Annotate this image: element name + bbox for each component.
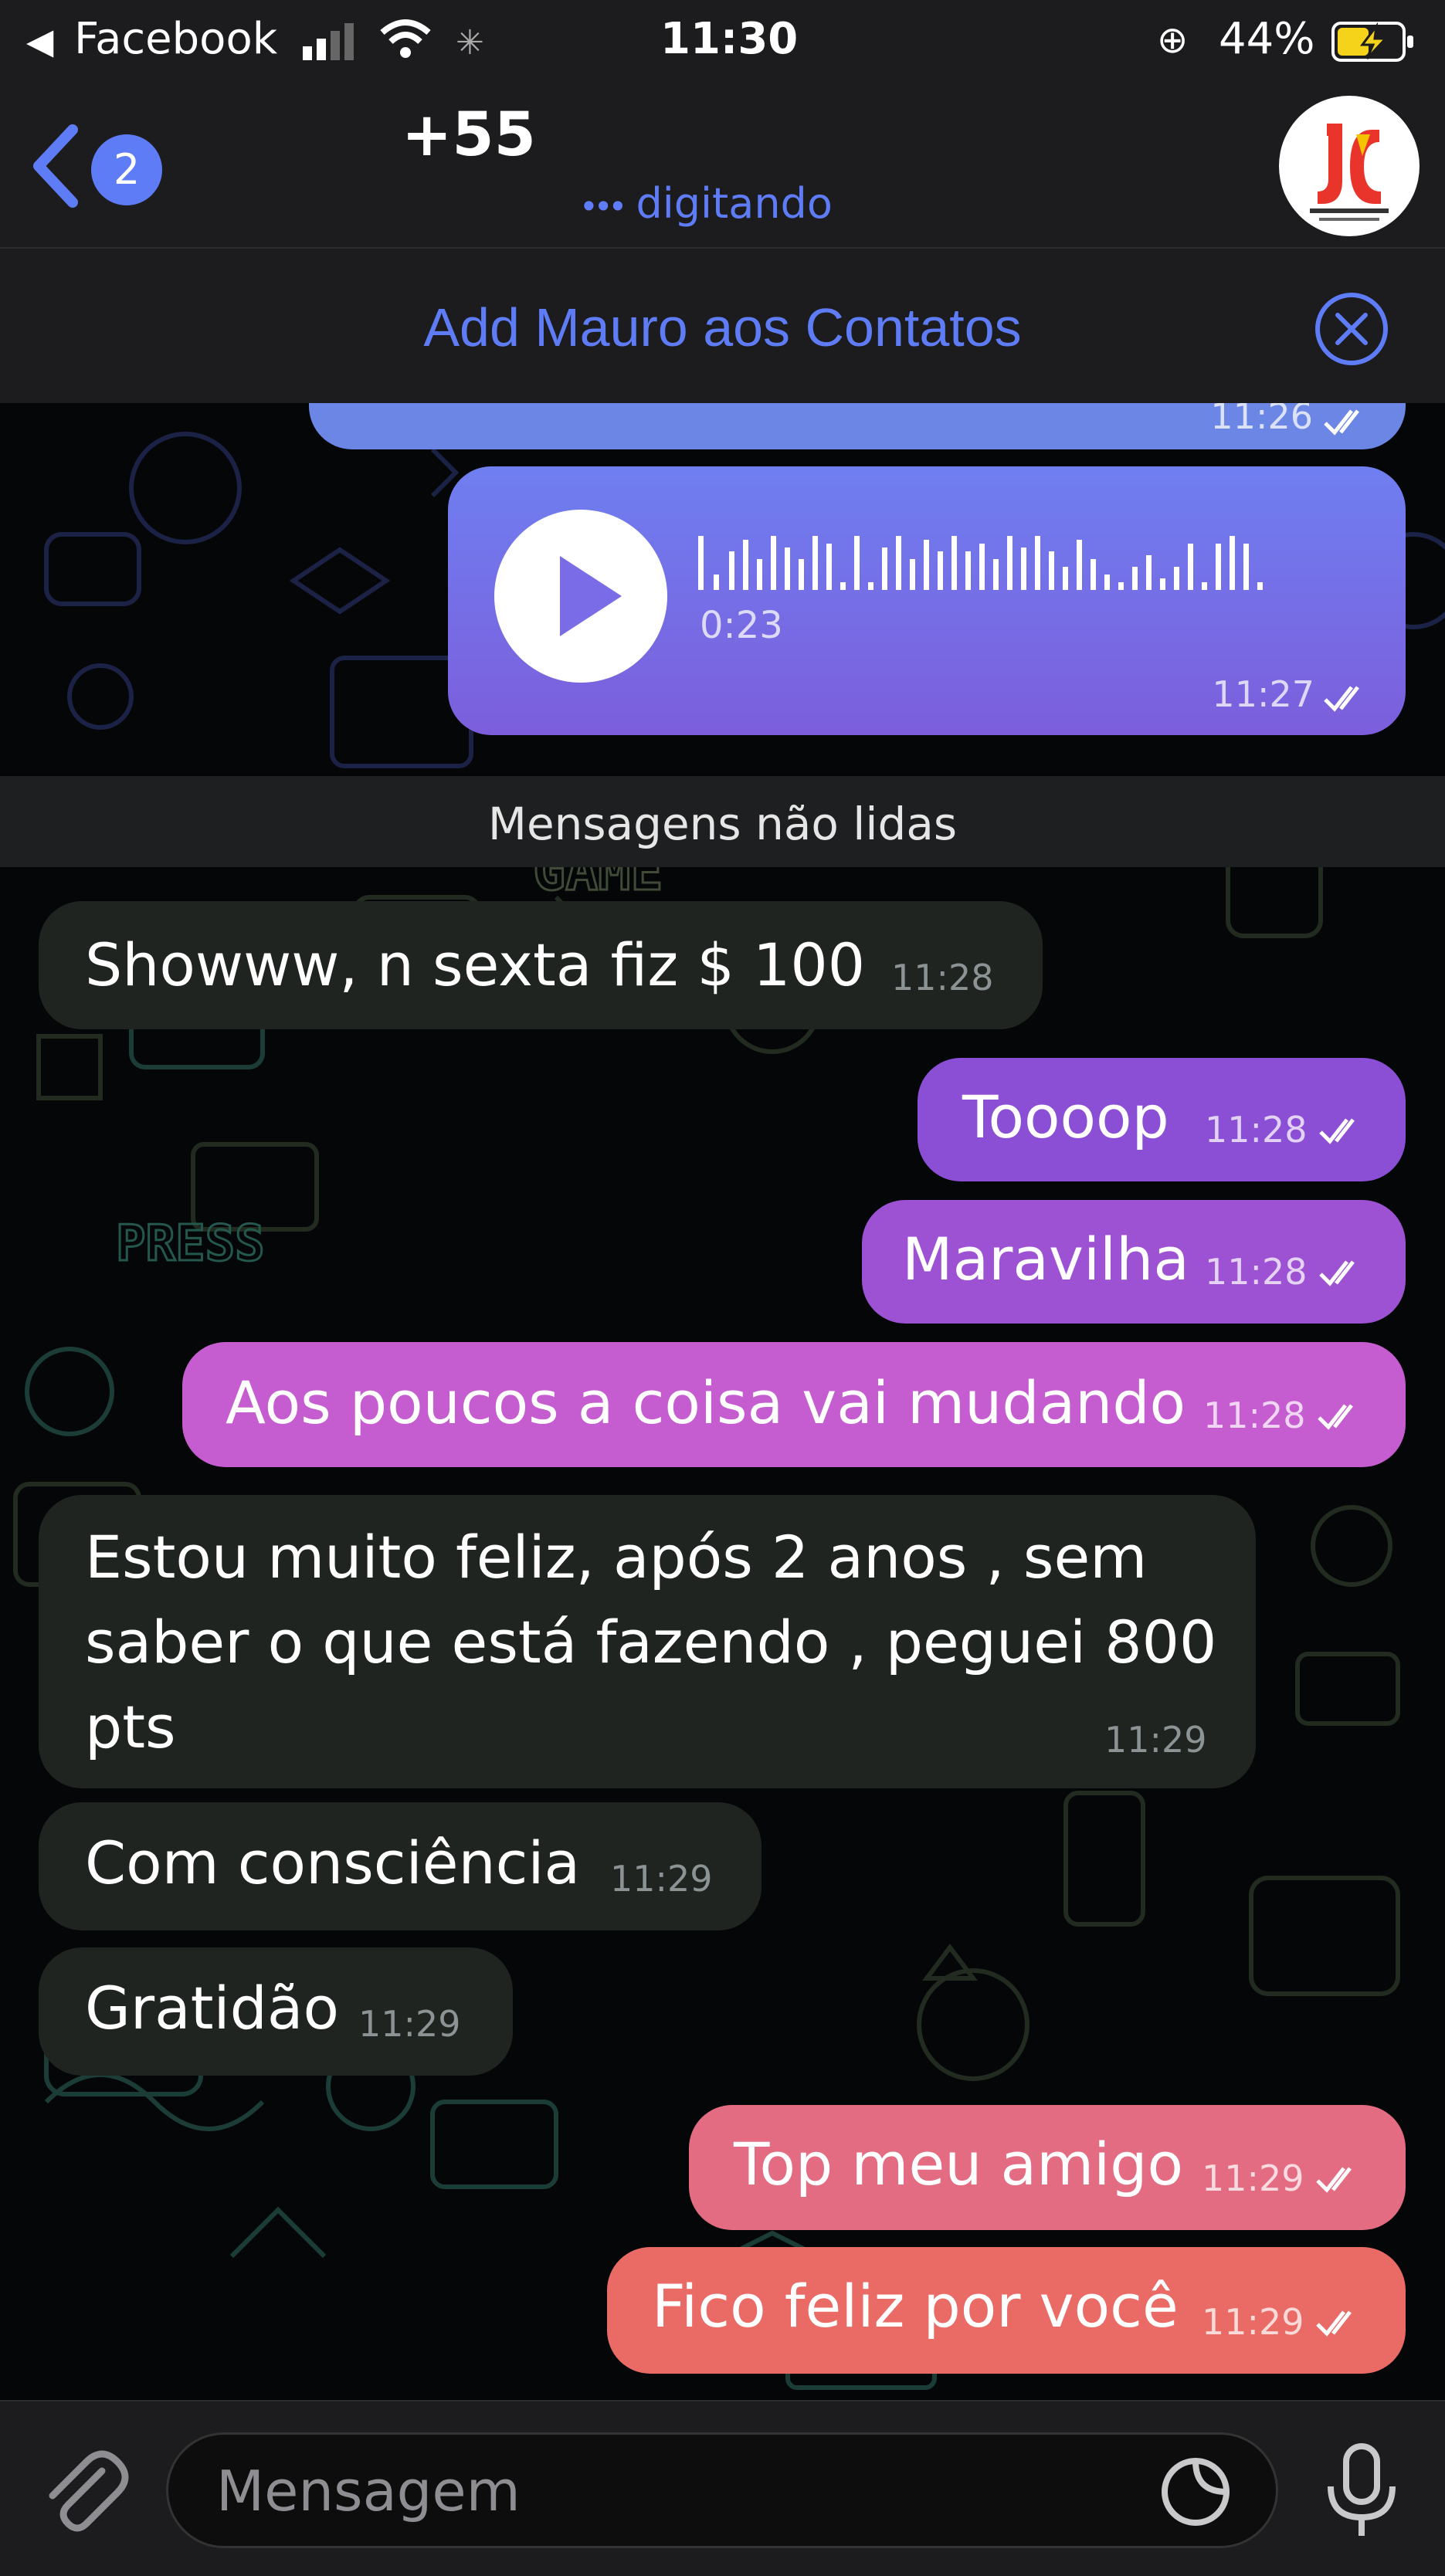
- battery-percent: 44%: [1219, 14, 1315, 64]
- back-chevron-icon[interactable]: [28, 124, 82, 208]
- message-time: 11:29: [358, 2003, 461, 2045]
- message-bubble-outgoing[interactable]: Fico feliz por você 11:29: [607, 2247, 1406, 2374]
- chat-area[interactable]: GAME OVER PRESS 11:26: [0, 403, 1445, 2400]
- message-bubble-outgoing[interactable]: Toooop 11:28: [918, 1058, 1406, 1181]
- message-text-line: saber o que está fazendo , peguei 800: [85, 1608, 1217, 1676]
- read-checks-icon: [1316, 2310, 1352, 2337]
- message-bubble-incoming[interactable]: Showww, n sexta fiz $ 100 11:28: [39, 901, 1043, 1029]
- message-text: Fico feliz por você: [652, 2272, 1179, 2340]
- message-field[interactable]: [215, 2458, 1145, 2524]
- sticker-icon[interactable]: [1157, 2453, 1234, 2530]
- message-bubble-outgoing[interactable]: Top meu amigo 11:29: [689, 2105, 1406, 2230]
- message-text: Com consciência: [85, 1829, 581, 1897]
- message-text: Showww, n sexta fiz $ 100: [85, 930, 866, 999]
- read-checks-icon: [1316, 2167, 1352, 2193]
- message-time: 11:29: [610, 1858, 713, 1900]
- audio-waveform: [698, 536, 1263, 590]
- message-time: 11:29: [1202, 2157, 1304, 2199]
- add-contact-banner[interactable]: Add Mauro aos Contatos: [0, 247, 1445, 405]
- message-text: Gratidão: [85, 1974, 339, 2042]
- message-text: Maravilha: [902, 1225, 1189, 1293]
- read-checks-icon: [1324, 686, 1359, 712]
- read-checks-icon: [1324, 409, 1359, 436]
- play-button[interactable]: [494, 510, 667, 683]
- avatar[interactable]: [1279, 96, 1420, 236]
- microphone-icon[interactable]: [1319, 2440, 1404, 2540]
- voice-message-bubble[interactable]: 0:23 11:27: [448, 466, 1406, 735]
- message-time: 11:29: [1104, 1719, 1207, 1761]
- message-text: Aos poucos a coisa vai mudando: [226, 1368, 1186, 1437]
- message-text-line: Estou muito feliz, após 2 anos , sem: [85, 1523, 1148, 1591]
- read-checks-icon: [1319, 1260, 1355, 1286]
- chat-title[interactable]: +55: [402, 100, 536, 170]
- svg-text:PRESS: PRESS: [116, 1215, 265, 1273]
- unread-divider: Mensagens não lidas: [0, 776, 1445, 867]
- message-bubble-partial[interactable]: 11:26: [309, 403, 1406, 449]
- message-time: 11:28: [1205, 1251, 1308, 1293]
- battery-charging-icon: [1331, 22, 1413, 62]
- message-bubble-incoming[interactable]: Gratidão 11:29: [39, 1947, 513, 2076]
- play-icon: [560, 556, 622, 636]
- message-bubble-outgoing[interactable]: Aos poucos a coisa vai mudando 11:28: [182, 1342, 1406, 1467]
- back-app-label[interactable]: Facebook: [74, 14, 277, 64]
- chat-header: 2 +55 ••• digitando: [0, 85, 1445, 247]
- message-bubble-incoming[interactable]: Estou muito feliz, após 2 anos , sem sab…: [39, 1495, 1256, 1788]
- message-bubble-incoming[interactable]: Com consciência 11:29: [39, 1802, 762, 1930]
- message-text-line: pts: [85, 1693, 176, 1761]
- message-text: Toooop: [962, 1083, 1169, 1151]
- unread-label: Mensagens não lidas: [487, 798, 958, 850]
- message-text: Top meu amigo: [734, 2130, 1183, 2198]
- typing-dots-icon: •••: [579, 188, 627, 225]
- close-icon[interactable]: [1313, 290, 1390, 368]
- status-bar: ◀ Facebook ✳ 11:30 ⊕ 44%: [0, 0, 1445, 85]
- typing-status: ••• digitando: [579, 179, 833, 228]
- clock: 11:30: [660, 14, 799, 64]
- loading-icon: ✳: [456, 23, 484, 63]
- attach-icon[interactable]: [31, 2440, 131, 2540]
- message-time: 11:29: [1202, 2301, 1304, 2343]
- voice-duration: 0:23: [700, 604, 783, 647]
- read-checks-icon: [1318, 1404, 1353, 1430]
- add-contact-label[interactable]: Add Mauro aos Contatos: [0, 297, 1445, 358]
- message-time: 11:28: [1205, 1109, 1308, 1151]
- message-bubble-outgoing[interactable]: Maravilha 11:28: [862, 1200, 1406, 1324]
- message-time: 11:28: [1203, 1395, 1306, 1436]
- signal-icon: [303, 23, 354, 60]
- message-time: 11:28: [891, 957, 994, 998]
- avatar-logo: [1310, 124, 1389, 221]
- unread-count-badge[interactable]: 2: [91, 134, 162, 205]
- message-input[interactable]: [166, 2432, 1278, 2548]
- message-time: 11:27: [1212, 673, 1314, 715]
- read-checks-icon: [1319, 1118, 1355, 1144]
- wifi-icon: [380, 19, 431, 58]
- back-arrow-small-icon[interactable]: ◀: [26, 20, 53, 62]
- rotation-lock-icon: ⊕: [1157, 19, 1189, 62]
